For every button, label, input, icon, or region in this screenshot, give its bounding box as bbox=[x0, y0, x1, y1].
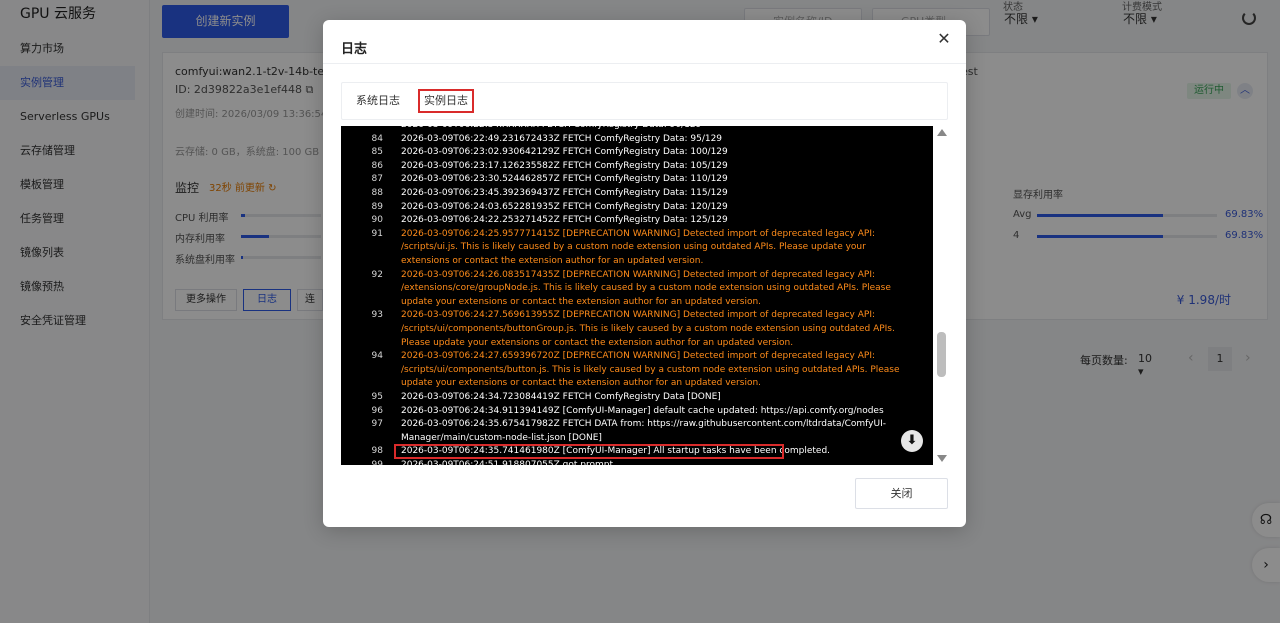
tab-instance-log[interactable]: 实例日志 bbox=[418, 89, 474, 113]
log-line: 96 2026-03-09T06:24:34.911394149Z [ComfyU… bbox=[341, 405, 933, 419]
log-tabs: 系统日志 实例日志 bbox=[341, 82, 948, 120]
tab-system-log[interactable]: 系统日志 bbox=[352, 89, 404, 113]
download-icon[interactable]: ⬇ bbox=[901, 430, 923, 452]
log-line: 97 2026-03-09T06:24:35.675417982Z FETCH D… bbox=[341, 418, 933, 445]
log-line: 99 2026-03-09T06:24:51.918807055Z got pro… bbox=[341, 459, 933, 465]
log-line: 87 2026-03-09T06:23:30.524462857Z FETCH C… bbox=[341, 173, 933, 187]
log-line: 95 2026-03-09T06:24:34.723084419Z FETCH C… bbox=[341, 391, 933, 405]
close-button[interactable]: 关闭 bbox=[855, 478, 948, 509]
log-line-text: 2026-03-09T06:24:26.083517435Z [DEPRECAT… bbox=[401, 269, 891, 307]
log-line: 92 2026-03-09T06:24:26.083517435Z [DEPREC… bbox=[341, 269, 933, 310]
log-line-text: 2026-03-09T06:24:27.659396720Z [DEPRECAT… bbox=[401, 351, 900, 389]
log-line-text: 2026-03-09T06:23:02.930642129Z FETCH Com… bbox=[401, 147, 728, 158]
log-line-number: 94 bbox=[371, 351, 383, 362]
log-line-text: 2026-03-09T06:24:51.918807055Z got promp… bbox=[401, 460, 613, 465]
modal-title: 日志 bbox=[341, 42, 368, 57]
log-line-text: 2026-03-09T06:24:27.569613955Z [DEPRECAT… bbox=[401, 310, 895, 348]
log-line: 90 2026-03-09T06:24:22.253271452Z FETCH C… bbox=[341, 214, 933, 228]
log-line-number: 90 bbox=[371, 215, 383, 226]
scroll-down-arrow-icon[interactable] bbox=[937, 455, 947, 462]
log-line-text: 2026-03-09T06:24:34.911394149Z [ComfyUI-… bbox=[401, 405, 884, 416]
log-line-number: 96 bbox=[371, 405, 383, 416]
scroll-thumb[interactable] bbox=[937, 332, 946, 377]
log-line-number: 91 bbox=[371, 228, 383, 239]
log-line-number: 98 bbox=[371, 446, 383, 457]
close-icon[interactable]: ✕ bbox=[934, 29, 954, 49]
log-line-text: 2026-03-09T06:24:34.723084419Z FETCH Com… bbox=[401, 392, 721, 402]
highlighted-log-line-box bbox=[394, 444, 784, 460]
log-line: 93 2026-03-09T06:24:27.569613955Z [DEPREC… bbox=[341, 309, 933, 350]
log-line-number: 87 bbox=[371, 174, 383, 185]
log-line-number: 88 bbox=[371, 188, 383, 198]
log-line: 88 2026-03-09T06:23:45.392369437Z FETCH C… bbox=[341, 187, 933, 201]
log-line: 85 2026-03-09T06:23:02.930642129Z FETCH C… bbox=[341, 146, 933, 160]
log-line-number: 84 bbox=[371, 133, 383, 144]
log-scrollbar[interactable] bbox=[935, 126, 949, 465]
log-line-number: 86 bbox=[371, 160, 383, 171]
log-line-number: 93 bbox=[371, 310, 383, 321]
log-line-text: 2026-03-09T06:24:03.652281935Z FETCH Com… bbox=[401, 201, 728, 212]
log-line-number: 92 bbox=[371, 269, 383, 280]
log-line-text: 2026-03-09T06:23:30.524462857Z FETCH Com… bbox=[401, 174, 728, 185]
log-line-number: 95 bbox=[371, 392, 383, 402]
log-modal: 日志 ✕ 系统日志 实例日志 2026-03-09T06:22:34.XXXXX… bbox=[323, 20, 966, 527]
log-line: 2026-03-09T06:22:34.XXXXXX FETCH ComfyRe… bbox=[341, 126, 933, 133]
log-line: 89 2026-03-09T06:24:03.652281935Z FETCH C… bbox=[341, 201, 933, 215]
log-line-text: 2026-03-09T06:23:17.126235582Z FETCH Com… bbox=[401, 160, 728, 171]
log-line-text: 2026-03-09T06:22:49.231672433Z FETCH Com… bbox=[401, 133, 723, 144]
log-line: 94 2026-03-09T06:24:27.659396720Z [DEPREC… bbox=[341, 350, 933, 391]
log-line-number: 85 bbox=[371, 147, 383, 158]
log-line: 84 2026-03-09T06:22:49.231672433Z FETCH C… bbox=[341, 133, 933, 147]
log-line: 91 2026-03-09T06:24:25.957771415Z [DEPREC… bbox=[341, 228, 933, 269]
log-line-number: 97 bbox=[371, 419, 383, 430]
log-line-text: 2026-03-09T06:23:45.392369437Z FETCH Com… bbox=[401, 188, 728, 198]
log-viewer[interactable]: 2026-03-09T06:22:34.XXXXXX FETCH ComfyRe… bbox=[341, 126, 933, 465]
log-line-number: 89 bbox=[371, 201, 383, 212]
log-line-text: 2026-03-09T06:24:35.675417982Z FETCH DAT… bbox=[401, 419, 886, 443]
log-line-number: 99 bbox=[371, 460, 383, 465]
scroll-up-arrow-icon[interactable] bbox=[937, 129, 947, 136]
modal-divider bbox=[323, 63, 966, 64]
log-line-text: 2026-03-09T06:24:22.253271452Z FETCH Com… bbox=[401, 215, 728, 226]
log-line-text: 2026-03-09T06:24:25.957771415Z [DEPRECAT… bbox=[401, 228, 876, 266]
log-line: 86 2026-03-09T06:23:17.126235582Z FETCH C… bbox=[341, 160, 933, 174]
log-line-text: 2026-03-09T06:22:34.XXXXXX FETCH ComfyRe… bbox=[401, 126, 911, 133]
